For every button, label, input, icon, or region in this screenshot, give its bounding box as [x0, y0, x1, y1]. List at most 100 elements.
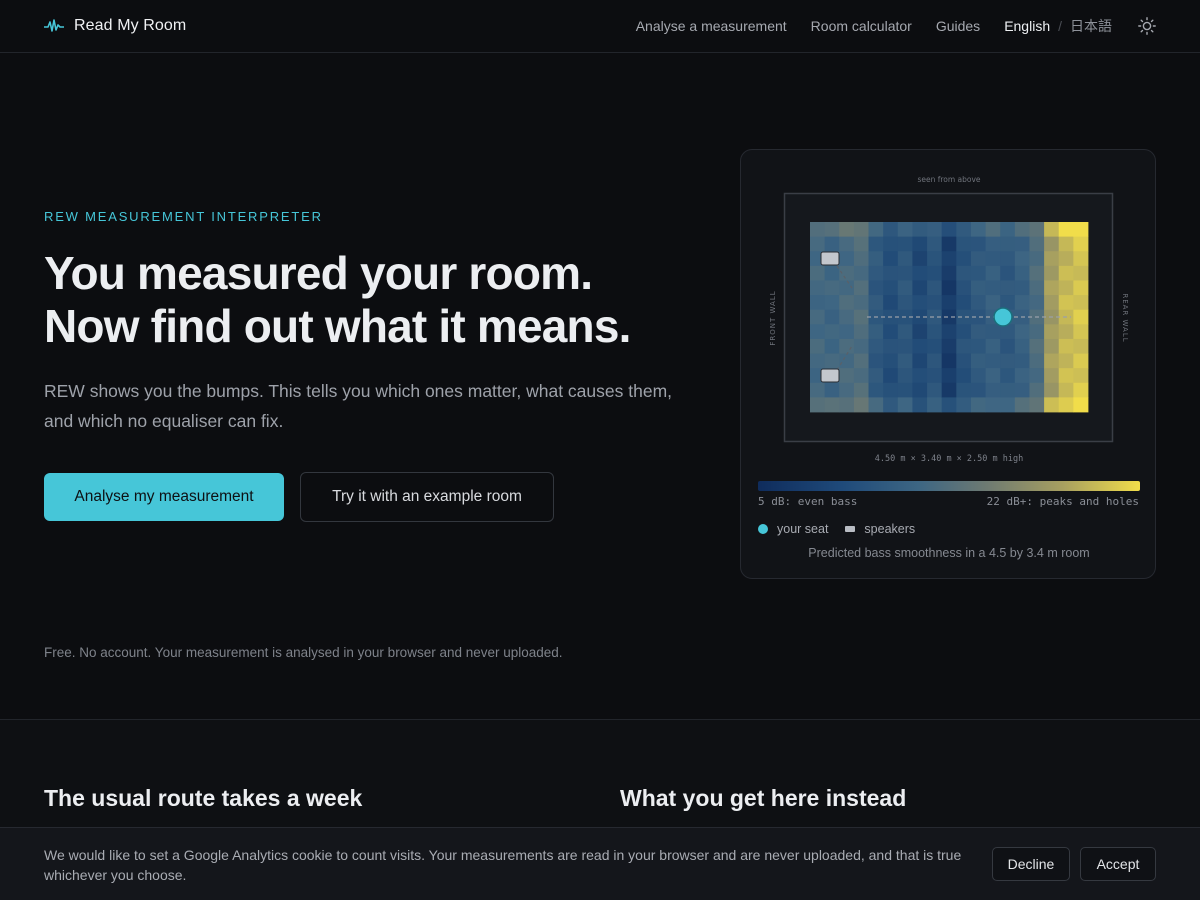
heatmap-cell — [1029, 236, 1045, 252]
example-room-button[interactable]: Try it with an example room — [300, 472, 554, 522]
heatmap-cell — [912, 368, 928, 384]
heatmap-cell — [927, 280, 943, 296]
language-japanese[interactable]: 日本語 — [1070, 16, 1112, 36]
room-dimensions: 4.50 m × 3.40 m × 2.50 m high — [875, 454, 1023, 464]
heatmap-cell — [1073, 295, 1089, 311]
heatmap-cell — [956, 251, 972, 267]
heatmap-cell — [897, 265, 913, 281]
heatmap-cell — [868, 295, 884, 311]
heatmap-cell — [1058, 251, 1074, 267]
sun-icon[interactable] — [1138, 17, 1156, 35]
nav-room-calculator[interactable]: Room calculator — [811, 18, 912, 34]
heatmap-cell — [868, 324, 884, 340]
main-nav: Analyse a measurement Room calculator Gu… — [612, 16, 1156, 36]
cookie-message: We would like to set a Google Analytics … — [44, 847, 962, 883]
brand-logo-link[interactable]: Read My Room — [44, 17, 186, 35]
heatmap-cell — [912, 382, 928, 398]
heatmap-cell — [941, 397, 957, 413]
heatmap-cell — [810, 309, 826, 325]
heatmap-cell — [927, 382, 943, 398]
language-english[interactable]: English — [1004, 18, 1050, 34]
heatmap-cell — [897, 382, 913, 398]
heatmap-cell — [853, 222, 869, 238]
heatmap-cell — [1000, 251, 1016, 267]
heatmap-cell — [853, 324, 869, 340]
heatmap-cell — [941, 338, 957, 354]
decline-cookies-button[interactable]: Decline — [992, 847, 1070, 881]
heatmap-cell — [1058, 397, 1074, 413]
listening-seat[interactable] — [993, 307, 1013, 327]
heatmap-cell — [941, 382, 957, 398]
heatmap-cell — [970, 324, 986, 340]
heatmap-cell — [956, 338, 972, 354]
heatmap-cell — [927, 222, 943, 238]
heatmap-cell — [883, 397, 899, 413]
heatmap-cell — [897, 251, 913, 267]
privacy-fineprint: Free. No account. Your measurement is an… — [44, 645, 563, 660]
heatmap-cell — [1029, 397, 1045, 413]
rear-wall-label: REAR WALL — [1121, 293, 1129, 342]
heatmap-cell — [912, 251, 928, 267]
diagram-caption: Predicted bass smoothness in a 4.5 by 3.… — [808, 546, 1090, 560]
accept-cookies-button[interactable]: Accept — [1080, 847, 1156, 881]
heatmap-cell — [839, 222, 855, 238]
heatmap-cell — [970, 368, 986, 384]
nav-guides[interactable]: Guides — [936, 18, 980, 34]
heatmap-cell — [1000, 338, 1016, 354]
heatmap-cell — [824, 280, 840, 296]
heatmap-cell — [839, 338, 855, 354]
front-wall-label: FRONT WALL — [769, 290, 777, 345]
heatmap-cell — [853, 353, 869, 369]
heatmap-cell — [853, 265, 869, 281]
heatmap-cell — [1029, 222, 1045, 238]
heatmap-cell — [1000, 265, 1016, 281]
heatmap-cell — [1073, 368, 1089, 384]
heatmap-cell — [1073, 338, 1089, 354]
heatmap-cell — [868, 265, 884, 281]
heatmap-cell — [1000, 382, 1016, 398]
heatmap-cell — [970, 295, 986, 311]
heatmap-cell — [897, 397, 913, 413]
seat-legend-label: your seat — [777, 522, 829, 536]
heatmap-cell — [1073, 265, 1089, 281]
heatmap-cell — [839, 251, 855, 267]
heatmap-cell — [956, 236, 972, 252]
heatmap-cell — [1058, 265, 1074, 281]
heatmap-cell — [1058, 324, 1074, 340]
heatmap-cell — [1000, 236, 1016, 252]
nav-analyse-measurement[interactable]: Analyse a measurement — [636, 18, 787, 34]
heatmap-cell — [853, 251, 869, 267]
heatmap-cell — [883, 236, 899, 252]
heatmap-cell — [1058, 236, 1074, 252]
heatmap-cell — [1073, 280, 1089, 296]
analyse-measurement-button[interactable]: Analyse my measurement — [44, 473, 284, 521]
heatmap-cell — [956, 382, 972, 398]
room-heatmap-card: seen from above FRONT WALL REAR WALL 4.5… — [740, 149, 1156, 579]
heatmap-cell — [824, 397, 840, 413]
heatmap-cell — [883, 280, 899, 296]
heatmap-cell — [970, 222, 986, 238]
heatmap-cell — [970, 280, 986, 296]
heatmap-cell — [970, 353, 986, 369]
heatmap-cell — [1073, 222, 1089, 238]
heatmap-cell — [956, 353, 972, 369]
heatmap-cell — [853, 295, 869, 311]
heatmap-cell — [1044, 338, 1060, 354]
heatmap-cell — [1044, 222, 1060, 238]
heatmap-cell — [1073, 324, 1089, 340]
heatmap-cell — [1014, 265, 1030, 281]
heatmap-cell — [985, 324, 1001, 340]
heatmap-cell — [1029, 338, 1045, 354]
heatmap-cell — [868, 280, 884, 296]
what-you-get-heading: What you get here instead — [620, 785, 907, 811]
heatmap-cell — [883, 222, 899, 238]
headline-line-1: You measured your room. — [44, 247, 593, 299]
heatmap-cell — [985, 295, 1001, 311]
heatmap-cell — [824, 382, 840, 398]
heatmap-cell — [883, 251, 899, 267]
heatmap-cell — [839, 295, 855, 311]
language-separator: / — [1058, 18, 1062, 34]
heatmap-cell — [853, 309, 869, 325]
heatmap-cell — [1044, 368, 1060, 384]
heatmap-cell — [1000, 368, 1016, 384]
